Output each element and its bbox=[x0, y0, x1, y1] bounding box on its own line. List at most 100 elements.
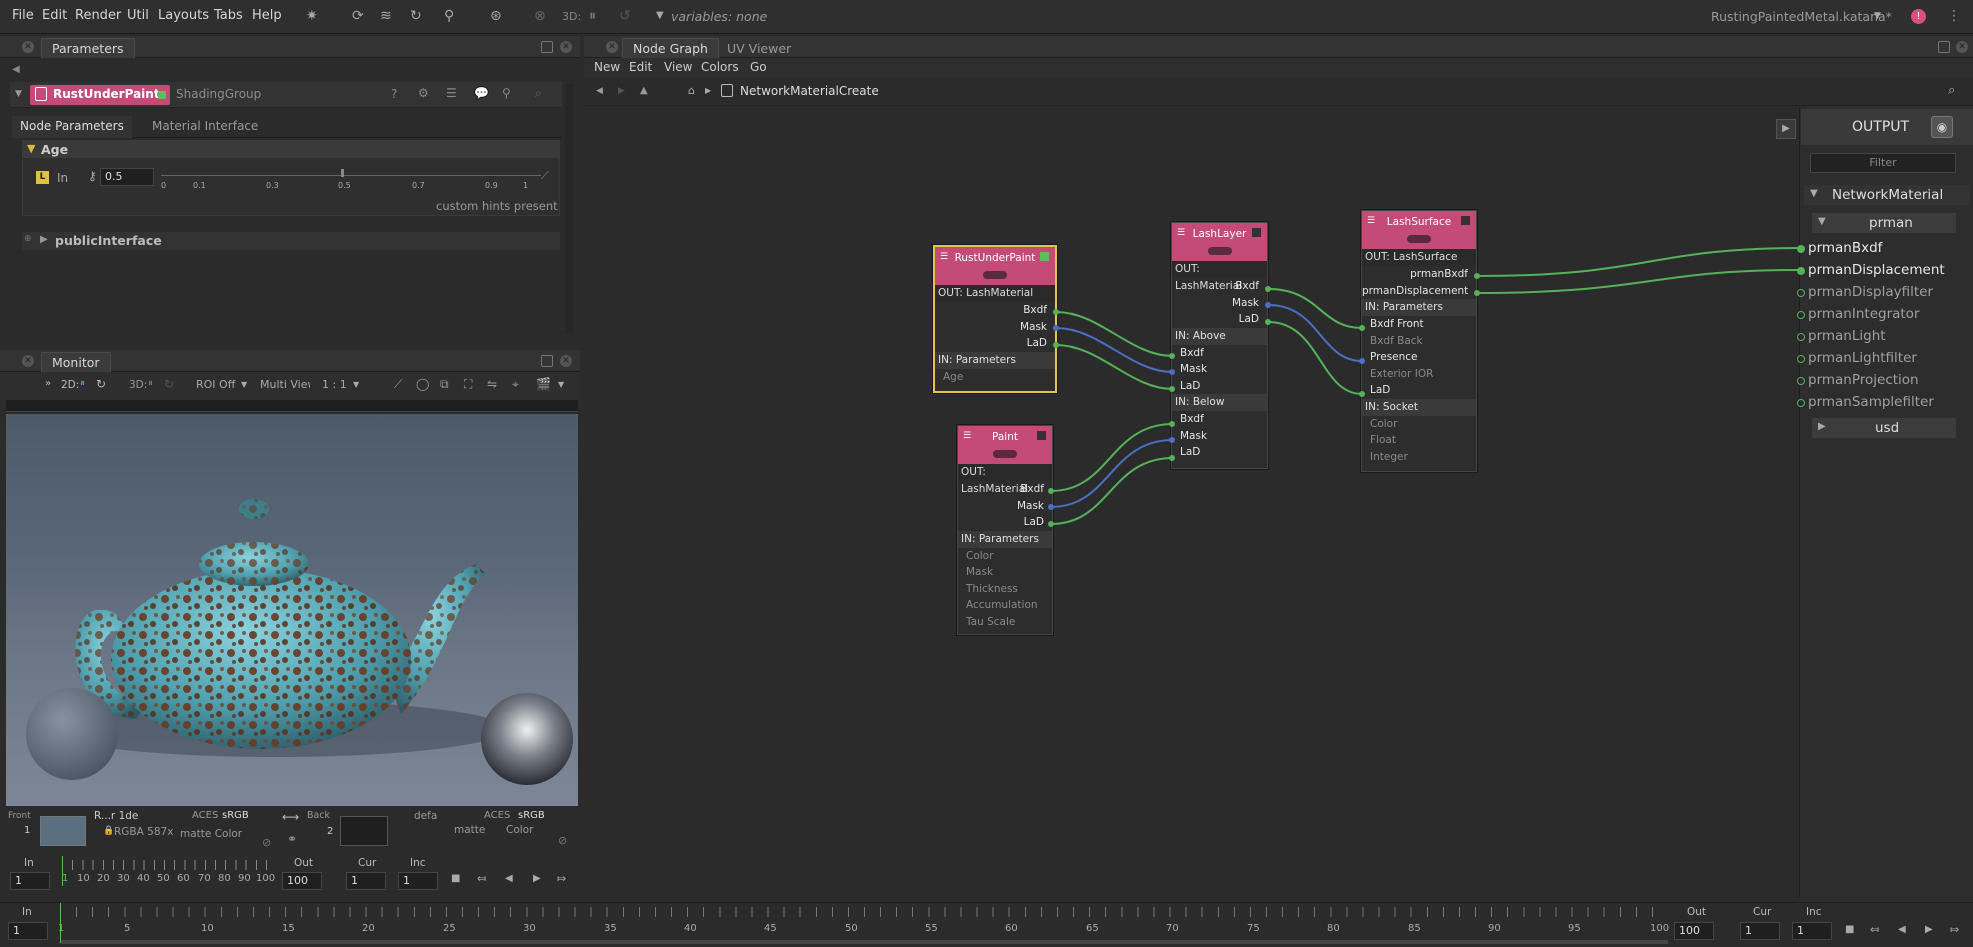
port-dot[interactable] bbox=[1053, 325, 1059, 331]
node-lash-layer[interactable]: ☰ LashLayer OUT: LashMaterial Bxdf Mask … bbox=[1171, 222, 1268, 469]
inc-field[interactable]: 1 bbox=[1792, 922, 1832, 940]
filter-input[interactable]: Filter bbox=[1810, 153, 1956, 173]
port-dot[interactable] bbox=[1797, 355, 1805, 363]
output-port-prman-displayfilter[interactable]: prmanDisplayfilter bbox=[1808, 284, 1933, 300]
cur-field[interactable]: 1 bbox=[1740, 922, 1780, 940]
port-dot[interactable] bbox=[1474, 273, 1480, 279]
expand-output-button[interactable]: ▶ bbox=[1776, 119, 1796, 139]
port-dot[interactable] bbox=[1169, 353, 1175, 359]
output-port-prman-displacement[interactable]: prmanDisplacement bbox=[1362, 283, 1476, 300]
prev-frame-icon[interactable]: ◀ bbox=[1898, 924, 1906, 935]
step-back-icon[interactable]: ⤆ bbox=[1870, 923, 1879, 936]
group-label: usd bbox=[1875, 420, 1900, 436]
port-dot[interactable] bbox=[1474, 290, 1480, 296]
output-port-prman-displacement[interactable]: prmanDisplacement bbox=[1808, 262, 1945, 278]
port-dot[interactable] bbox=[1169, 369, 1175, 375]
out-field[interactable]: 100 bbox=[1674, 922, 1714, 940]
timeline-range-bar[interactable] bbox=[60, 940, 1668, 944]
output-port-prman-integrator[interactable]: prmanIntegrator bbox=[1808, 306, 1920, 322]
stop-icon[interactable]: ■ bbox=[1845, 924, 1854, 935]
output-port-prman-lightfilter[interactable]: prmanLightfilter bbox=[1808, 350, 1917, 366]
port-dot[interactable] bbox=[1797, 333, 1805, 341]
node-header[interactable]: ☰ LashLayer bbox=[1172, 223, 1267, 261]
input-port-bxdf-front[interactable]: Bxdf Front bbox=[1362, 316, 1476, 333]
port-dot[interactable] bbox=[1169, 421, 1175, 427]
network-material-group[interactable]: ▼ NetworkMaterial bbox=[1804, 185, 1970, 205]
output-port-bxdf[interactable]: Bxdf bbox=[935, 302, 1055, 319]
output-port-prman-projection[interactable]: prmanProjection bbox=[1808, 372, 1919, 388]
node-expand-toggle[interactable] bbox=[1407, 235, 1431, 243]
prman-group[interactable]: ▼ prman bbox=[1812, 213, 1956, 233]
port-dot[interactable] bbox=[1797, 311, 1805, 319]
input-port-exterior-ior[interactable]: Exterior IOR bbox=[1362, 366, 1476, 383]
input-port-color[interactable]: Color bbox=[958, 548, 1052, 565]
port-dot[interactable] bbox=[1053, 309, 1059, 315]
port-dot[interactable] bbox=[1359, 325, 1365, 331]
input-port-below-bxdf[interactable]: Bxdf bbox=[1172, 411, 1267, 428]
output-port-prman-bxdf[interactable]: prmanBxdf bbox=[1808, 240, 1882, 256]
port-dot[interactable] bbox=[1359, 391, 1365, 397]
node-header[interactable]: ☰ Paint bbox=[958, 426, 1052, 464]
input-port-below-mask[interactable]: Mask bbox=[1172, 428, 1267, 445]
output-port-lad[interactable]: LaD bbox=[958, 514, 1052, 531]
input-port-float[interactable]: Float bbox=[1362, 432, 1476, 449]
input-port-mask[interactable]: Mask bbox=[958, 564, 1052, 581]
node-expand-toggle[interactable] bbox=[993, 450, 1017, 458]
port-dot[interactable] bbox=[1797, 399, 1805, 407]
node-view-flag[interactable] bbox=[1037, 431, 1046, 440]
port-dot[interactable] bbox=[1359, 358, 1365, 364]
output-port-lad[interactable]: LaD bbox=[1172, 311, 1267, 328]
port-dot[interactable] bbox=[1265, 302, 1271, 308]
port-dot[interactable] bbox=[1169, 437, 1175, 443]
node-header[interactable]: ☰ LashSurface bbox=[1362, 211, 1476, 249]
port-dot[interactable] bbox=[1053, 342, 1059, 348]
port-dot[interactable] bbox=[1265, 319, 1271, 325]
input-port-bxdf-back[interactable]: Bxdf Back bbox=[1362, 333, 1476, 350]
timeline-tick: 30 bbox=[523, 923, 536, 934]
node-header[interactable]: ☰ RustUnderPaint bbox=[935, 247, 1055, 285]
node-view-flag[interactable] bbox=[1461, 216, 1470, 225]
next-frame-icon[interactable]: ▶ bbox=[1925, 924, 1933, 935]
input-port-accumulation[interactable]: Accumulation bbox=[958, 597, 1052, 614]
output-port-prman-samplefilter[interactable]: prmanSamplefilter bbox=[1808, 394, 1934, 410]
input-port-above-mask[interactable]: Mask bbox=[1172, 361, 1267, 378]
port-dot[interactable] bbox=[1797, 289, 1805, 297]
output-port-prman-bxdf[interactable]: prmanBxdf bbox=[1362, 266, 1476, 283]
output-port-prman-light[interactable]: prmanLight bbox=[1808, 328, 1886, 344]
timeline-ruler[interactable] bbox=[60, 907, 1668, 917]
output-port-mask[interactable]: Mask bbox=[935, 319, 1055, 336]
input-port-age[interactable]: Age bbox=[935, 369, 1055, 386]
node-expand-toggle[interactable] bbox=[1208, 247, 1232, 255]
step-forward-icon[interactable]: ⤇ bbox=[1950, 923, 1959, 936]
output-port-mask[interactable]: Mask bbox=[1172, 295, 1267, 312]
input-port-above-lad[interactable]: LaD bbox=[1172, 378, 1267, 395]
port-dot[interactable] bbox=[1797, 377, 1805, 385]
input-port-tau-scale[interactable]: Tau Scale bbox=[958, 614, 1052, 631]
port-dot[interactable] bbox=[1048, 488, 1054, 494]
port-dot[interactable] bbox=[1265, 286, 1271, 292]
node-view-flag[interactable] bbox=[1252, 228, 1261, 237]
port-dot[interactable] bbox=[1048, 504, 1054, 510]
node-paint[interactable]: ☰ Paint OUT: LashMaterial Bxdf Mask LaD … bbox=[957, 425, 1053, 635]
usd-group[interactable]: ▶ usd bbox=[1812, 418, 1956, 438]
input-port-below-lad[interactable]: LaD bbox=[1172, 444, 1267, 461]
port-dot[interactable] bbox=[1169, 455, 1175, 461]
input-port-thickness[interactable]: Thickness bbox=[958, 581, 1052, 598]
node-view-flag[interactable] bbox=[1040, 252, 1049, 261]
port-dot[interactable] bbox=[1797, 267, 1805, 275]
input-port-color[interactable]: Color bbox=[1362, 416, 1476, 433]
node-rust-under-paint[interactable]: ☰ RustUnderPaint OUT: LashMaterial Bxdf … bbox=[933, 245, 1057, 393]
output-port-lad[interactable]: LaD bbox=[935, 335, 1055, 352]
node-lash-surface[interactable]: ☰ LashSurface OUT: LashSurface prmanBxdf… bbox=[1361, 210, 1477, 472]
port-dot[interactable] bbox=[1048, 521, 1054, 527]
output-port-mask[interactable]: Mask bbox=[958, 498, 1052, 515]
output-view-icon[interactable]: ◉ bbox=[1931, 116, 1953, 138]
port-dot[interactable] bbox=[1169, 386, 1175, 392]
input-port-above-bxdf[interactable]: Bxdf bbox=[1172, 345, 1267, 362]
node-expand-toggle[interactable] bbox=[983, 271, 1007, 279]
input-port-lad[interactable]: LaD bbox=[1362, 382, 1476, 399]
port-dot[interactable] bbox=[1797, 245, 1805, 253]
input-port-integer[interactable]: Integer bbox=[1362, 449, 1476, 466]
in-field[interactable]: 1 bbox=[8, 922, 48, 940]
input-port-presence[interactable]: Presence bbox=[1362, 349, 1476, 366]
